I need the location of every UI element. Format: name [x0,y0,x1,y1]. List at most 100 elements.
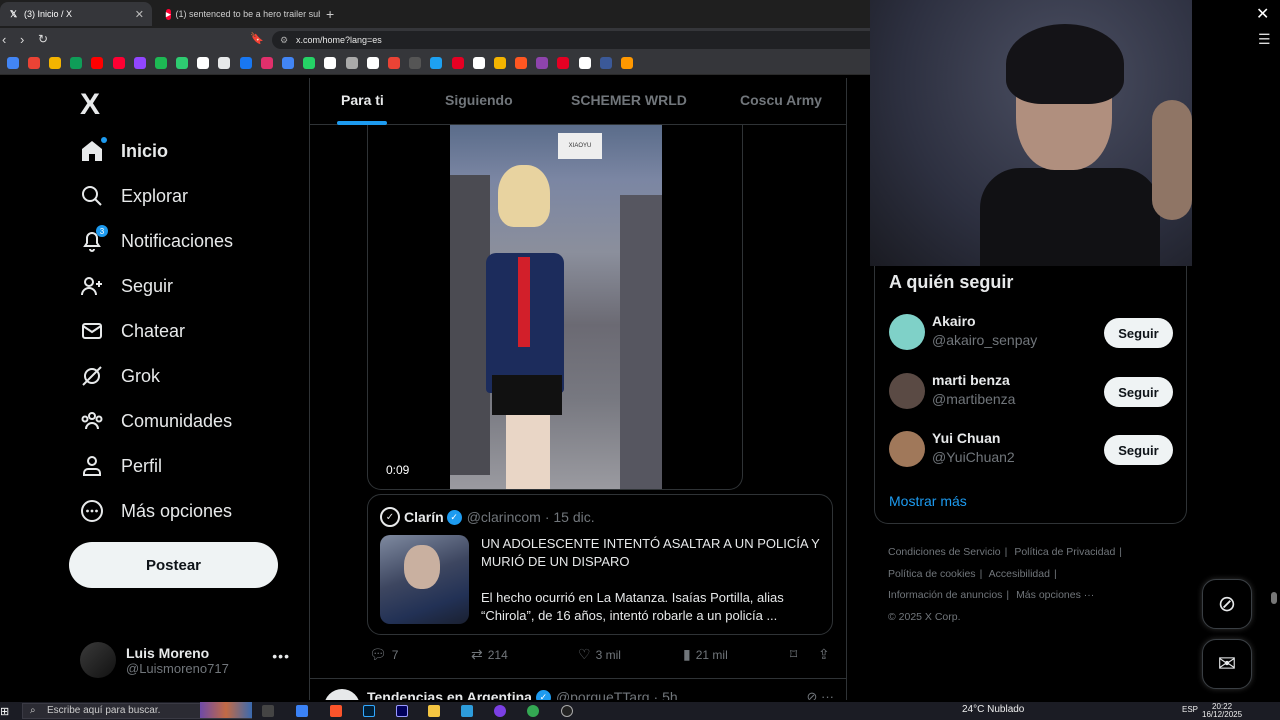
bookmark-favicon-icon[interactable] [239,57,252,69]
bookmark-favicon-icon[interactable] [324,57,337,69]
brave-icon[interactable] [330,705,342,717]
address-bar[interactable]: ⚙ x.com/home?lang=es [272,31,870,49]
forward-icon[interactable]: › [20,32,24,47]
photoshop-icon[interactable] [363,705,375,717]
avatar[interactable] [889,314,925,350]
store-icon[interactable] [461,705,473,717]
back-icon[interactable]: ‹ [2,32,6,47]
copilot-icon[interactable] [296,705,308,717]
show-more-link[interactable]: Mostrar más [889,493,967,509]
browser-tab-x[interactable]: 𝕏 (3) Inicio / X ✕ [0,2,152,26]
footer-link[interactable]: Condiciones de Servicio [888,546,1001,558]
bookmark-favicon-icon[interactable] [366,57,379,69]
follow-suggestion[interactable]: Akairo @akairo_senpay Seguir [889,310,1179,354]
quoted-post[interactable]: ✓ Clarín ✓ @clarincom · 15 dic. UN ADOLE… [367,494,833,635]
bookmark-favicon-icon[interactable] [197,57,210,69]
nav-item-mas-opciones[interactable]: Más opciones [80,491,232,531]
bookmark-favicon-icon[interactable] [493,57,506,69]
bookmark-favicon-icon[interactable] [430,57,443,69]
reload-icon[interactable]: ↻ [38,32,48,46]
bookmark-favicon-icon[interactable] [387,57,400,69]
bookmark-favicon-icon[interactable] [112,57,125,69]
repost-button[interactable]: ⇄ 214 [471,646,508,663]
follow-suggestion[interactable]: marti benza @martibenza Seguir [889,369,1179,413]
app-icon[interactable] [494,705,506,717]
bookmark-favicon-icon[interactable] [154,57,167,69]
site-info-icon[interactable]: ⚙ [280,31,288,49]
scrollbar[interactable] [1268,78,1280,700]
nav-item-seguir[interactable]: Seguir [80,266,173,306]
bookmark-favicon-icon[interactable] [515,57,528,69]
nav-item-notificaciones[interactable]: 3 Notificaciones [80,221,233,261]
views-button[interactable]: ▮ 21 mil [683,646,728,663]
follow-button[interactable]: Seguir [1104,435,1173,465]
bookmark-favicon-icon[interactable] [303,57,316,69]
more-icon[interactable]: ••• [272,648,290,664]
bookmark-favicon-icon[interactable] [133,57,146,69]
nav-item-comunidades[interactable]: Comunidades [80,401,232,441]
footer-link[interactable]: Información de anuncios [888,589,1002,601]
bookmark-favicon-icon[interactable] [176,57,189,69]
tab-coscu-army[interactable]: Coscu Army [740,92,822,108]
nav-item-inicio[interactable]: Inicio [80,131,168,171]
footer-link[interactable]: Política de cookies [888,568,976,580]
share-button[interactable]: ⇪ [818,646,835,663]
bookmark-favicon-icon[interactable] [260,57,273,69]
windows-start-icon[interactable]: ⊞ [0,705,12,718]
follow-suggestion[interactable]: Yui Chuan @YuiChuan2 Seguir [889,427,1179,471]
quoted-thumbnail[interactable] [380,535,469,624]
search-highlight-image[interactable] [200,702,252,718]
new-tab-button[interactable]: + [326,6,334,22]
weather-widget[interactable]: 24°C Nublado [962,704,1024,715]
bookmark-favicon-icon[interactable] [218,57,231,69]
avatar[interactable] [324,689,360,700]
bookmark-favicon-icon[interactable] [27,57,40,69]
account-switcher[interactable]: Luis Moreno @Luismoreno717 ••• [80,640,290,680]
task-view-icon[interactable] [262,705,274,717]
bookmark-button[interactable]: ⌑ [790,646,802,663]
close-icon[interactable]: ✕ [129,8,144,21]
bookmark-favicon-icon[interactable] [48,57,61,69]
reply-button[interactable]: 💬︎ 7 [369,646,398,663]
messages-fab-button[interactable]: ✉ [1202,639,1252,689]
footer-link[interactable]: Accesibilidad [989,568,1050,580]
tab-para-ti[interactable]: Para ti [341,92,384,108]
nav-item-perfil[interactable]: Perfil [80,446,162,486]
bookmark-favicon-icon[interactable] [6,57,19,69]
bookmark-favicon-icon[interactable] [70,57,83,69]
follow-button[interactable]: Seguir [1104,318,1173,348]
tab-siguiendo[interactable]: Siguiendo [445,92,513,108]
bookmark-favicon-icon[interactable] [621,57,634,69]
bookmark-favicon-icon[interactable] [578,57,591,69]
next-post[interactable]: Tendencias en Argentina ✓ @porqueTTarg ·… [310,678,846,700]
bookmark-favicon-icon[interactable] [91,57,104,69]
bookmark-favicon-icon[interactable] [536,57,549,69]
avatar[interactable] [889,373,925,409]
more-icon[interactable]: ⊘ ··· [807,689,835,700]
like-button[interactable]: ♡ 3 mil [578,646,621,663]
browser-tab-youtube[interactable]: ▸ (1) sentenced to be a hero trailer sub [158,2,320,26]
video-player[interactable]: XIAOYU 0:09 [367,125,743,490]
bookmark-icon[interactable]: 🔖 [250,32,264,45]
bookmark-favicon-icon[interactable] [451,57,464,69]
clock[interactable]: 20:22 16/12/2025 [1202,703,1242,719]
footer-link[interactable]: Más opciones ··· [1016,589,1094,601]
footer-link[interactable]: Política de Privacidad [1014,546,1115,558]
obs-icon[interactable] [561,705,573,717]
avatar[interactable] [889,431,925,467]
bookmark-favicon-icon[interactable] [345,57,358,69]
bookmark-favicon-icon[interactable] [599,57,612,69]
follow-button[interactable]: Seguir [1104,377,1173,407]
bookmark-favicon-icon[interactable] [282,57,295,69]
language-indicator[interactable]: ESP [1182,705,1198,714]
menu-icon[interactable]: ☰ [1258,31,1271,48]
nav-item-grok[interactable]: Grok [80,356,160,396]
nav-item-explorar[interactable]: Explorar [80,176,188,216]
bookmark-favicon-icon[interactable] [557,57,570,69]
bookmark-favicon-icon[interactable] [472,57,485,69]
post-button[interactable]: Postear [69,542,278,588]
x-logo[interactable]: X [80,88,100,122]
tab-schemer-wrld[interactable]: SCHEMER WRLD [571,92,687,108]
folder-icon[interactable] [428,705,440,717]
bookmark-favicon-icon[interactable] [409,57,422,69]
